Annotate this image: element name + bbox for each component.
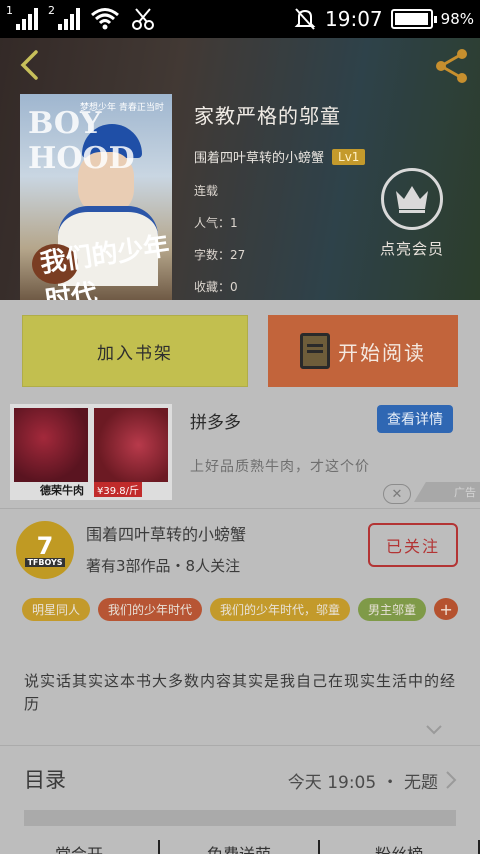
ad-image[interactable]: 德荣牛肉 ¥39.8/斤 xyxy=(10,404,172,500)
book-author[interactable]: 围着四叶草转的小螃蟹 xyxy=(194,147,324,166)
add-tag-button[interactable]: + xyxy=(434,598,459,620)
tag-item[interactable]: 明星同人 xyxy=(22,598,91,621)
chevron-down-icon[interactable] xyxy=(424,722,444,738)
author-name: 围着四叶草转的小螃蟹 xyxy=(86,525,247,544)
ad-title: 拼多多 xyxy=(190,413,241,433)
book-icon xyxy=(300,333,330,369)
bottom-nav-item[interactable]: 常会开 xyxy=(0,840,160,854)
sim1-signal-icon: 1 xyxy=(6,4,38,30)
battery-percent: 98% xyxy=(440,10,474,28)
author-card[interactable]: 7 TFBOYS 围着四叶草转的小螃蟹 著有3部作品・8人关注 已关注 xyxy=(0,508,480,584)
back-arrow-icon[interactable] xyxy=(14,48,48,82)
author-stats: 著有3部作品・8人关注 xyxy=(86,557,241,575)
cover-title-text: BOY HOOD xyxy=(28,106,135,176)
bottom-nav-item[interactable]: 粉丝榜 xyxy=(320,840,480,854)
mute-bell-icon xyxy=(294,8,316,30)
book-status: 连载 xyxy=(194,184,219,198)
status-bar: 1 2 19:07 98% xyxy=(0,0,480,38)
share-icon[interactable] xyxy=(432,46,472,86)
table-of-contents-row[interactable]: 目录 今天 19:05 ・ 无题 xyxy=(0,745,480,813)
clock: 19:07 xyxy=(325,7,383,31)
bottom-nav-item[interactable]: 免费送萌 xyxy=(160,840,320,854)
book-popularity: 人气：1 xyxy=(194,216,238,230)
book-title: 家教严格的邬童 xyxy=(194,104,341,128)
follow-button[interactable]: 已关注 xyxy=(368,523,458,567)
ad-detail-button[interactable]: 查看详情 xyxy=(377,405,453,433)
bottom-nav: 常会开 免费送萌 粉丝榜 xyxy=(0,840,480,854)
vip-label: 点亮会员 xyxy=(379,240,444,258)
start-reading-button[interactable]: 开始阅读 xyxy=(268,315,458,387)
tag-item[interactable]: 男主邬童 xyxy=(358,598,427,621)
toc-label: 目录 xyxy=(24,768,66,792)
book-header: BOY HOOD 梦想少年 青春正当时 我们的少年时代 家教严格的邬童 围着四叶… xyxy=(0,38,480,300)
book-info: 家教严格的邬童 围着四叶草转的小螃蟹 Lv1 连载 人气：1 字数：27 收藏：… xyxy=(194,100,366,310)
action-bar: 加入书架 开始阅读 xyxy=(0,300,480,400)
tag-item[interactable]: 我们的少年时代 xyxy=(98,598,203,621)
book-favorites: 收藏：0 xyxy=(194,280,238,294)
scissors-icon xyxy=(132,8,154,30)
author-level-badge: Lv1 xyxy=(332,148,366,165)
ad-price: ¥39.8/斤 xyxy=(94,482,142,497)
tag-item[interactable]: 我们的少年时代，邬童 xyxy=(210,598,351,621)
avatar[interactable]: 7 TFBOYS xyxy=(16,521,74,579)
ad-brand: 德荣牛肉 xyxy=(40,484,84,497)
vip-button[interactable]: 点亮会员 xyxy=(372,168,452,259)
ad-badge: 广告 xyxy=(414,482,480,502)
wifi-icon xyxy=(91,8,119,30)
tag-list: 明星同人 我们的少年时代 我们的少年时代，邬童 男主邬童 + xyxy=(22,598,462,621)
ad-description: 上好品质熟牛肉，才这个价 xyxy=(190,459,370,475)
sim2-signal-icon: 2 xyxy=(48,4,80,30)
start-reading-label: 开始阅读 xyxy=(338,340,426,365)
book-description: 说实话其实这本书大多数内容其实是我自己在现实生活中的经历 xyxy=(24,672,457,713)
cover-small-text: 梦想少年 青春正当时 xyxy=(80,103,164,113)
crown-icon xyxy=(396,186,428,213)
battery-icon xyxy=(390,9,437,29)
ad-close-icon[interactable]: ✕ xyxy=(383,484,411,504)
book-word-count: 字数：27 xyxy=(194,248,246,262)
add-to-shelf-button[interactable]: 加入书架 xyxy=(22,315,248,387)
latest-chapter: 今天 19:05 ・ 无题 xyxy=(287,773,438,793)
book-cover[interactable]: BOY HOOD 梦想少年 青春正当时 我们的少年时代 xyxy=(20,94,172,300)
ad-banner[interactable]: 德荣牛肉 ¥39.8/斤 拼多多 查看详情 上好品质熟牛肉，才这个价 ✕ 广告 xyxy=(0,400,480,508)
divider-strip xyxy=(24,810,456,826)
chevron-right-icon xyxy=(446,771,457,789)
